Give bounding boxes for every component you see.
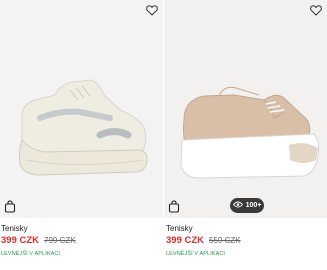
views-badge: 100+ [230, 198, 264, 213]
current-price: 399 CZK [1, 235, 40, 246]
app-promo-text: LEVNĚJŠÍ V APLIKACI [1, 251, 61, 257]
product-image[interactable]: 100+ [164, 0, 327, 218]
views-count: 100+ [245, 202, 262, 209]
price-row: 399 CZK 799 CZK [1, 235, 76, 246]
product-image[interactable] [0, 0, 163, 218]
price-row: 399 CZK 559 CZK [166, 235, 241, 246]
product-card[interactable]: Tenisky 399 CZK 799 CZK LEVNĚJŠÍ V APLIK… [0, 0, 163, 270]
shopping-bag-icon[interactable] [4, 200, 16, 213]
app-promo-text: LEVNĚJŠÍ V APLIKACI [166, 251, 226, 257]
product-card[interactable]: 100+ Tenisky 399 CZK 559 CZK LEVNĚJŠÍ V … [164, 0, 327, 270]
wishlist-heart-icon[interactable] [309, 4, 323, 17]
sneaker-image [18, 79, 148, 176]
wishlist-heart-icon[interactable] [145, 4, 159, 17]
eye-icon [232, 201, 243, 210]
product-name[interactable]: Tenisky [1, 224, 28, 233]
original-price: 559 CZK [209, 236, 241, 245]
shopping-bag-icon[interactable] [168, 200, 180, 213]
sneaker-image [180, 86, 319, 179]
original-price: 799 CZK [44, 236, 76, 245]
current-price: 399 CZK [166, 235, 205, 246]
product-name[interactable]: Tenisky [166, 224, 193, 233]
